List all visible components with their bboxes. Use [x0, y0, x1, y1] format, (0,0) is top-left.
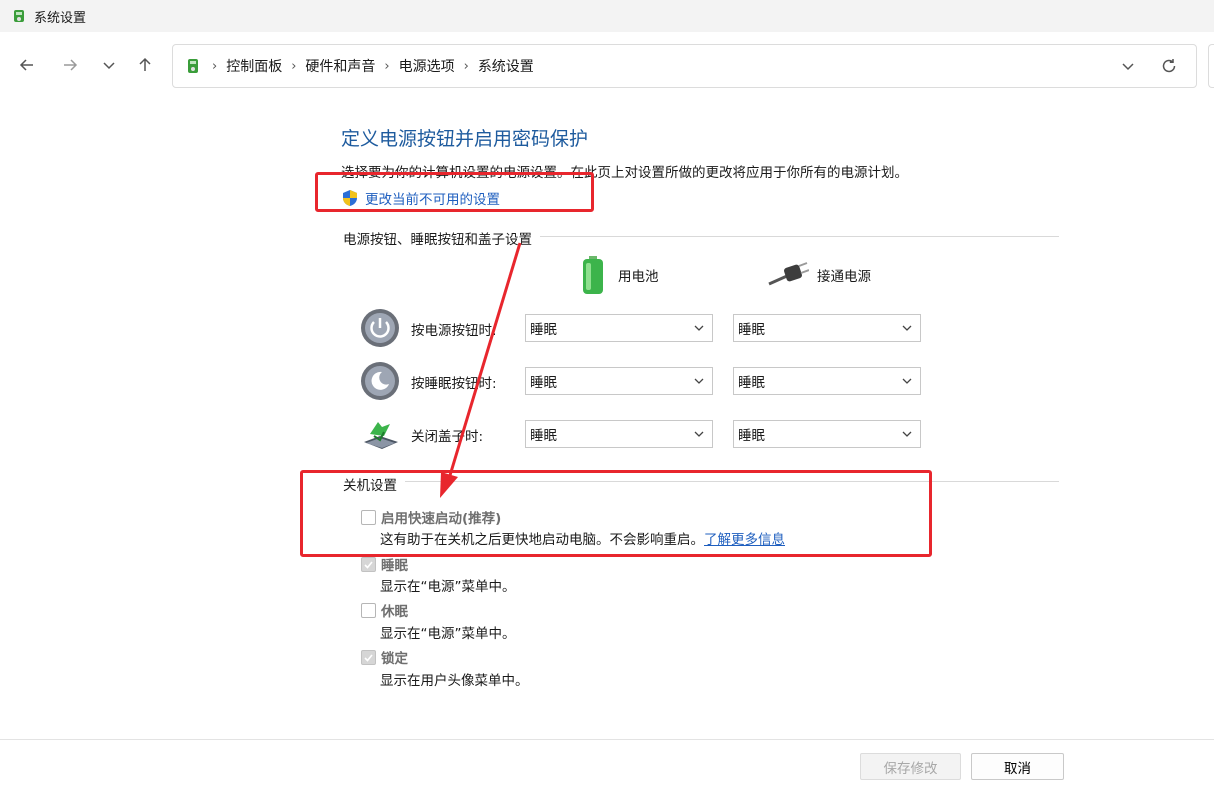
chevron-down-icon: [103, 62, 115, 70]
window-title: 系统设置: [34, 10, 87, 26]
hibernate-option-title: 休眠: [381, 604, 408, 620]
power-button-icon: [361, 309, 399, 347]
up-button[interactable]: [132, 52, 158, 78]
checkmark-icon: [364, 560, 373, 569]
power-button-plugged-select[interactable]: 睡眠: [733, 314, 921, 342]
chevron-right-icon: ›: [463, 58, 469, 74]
back-button[interactable]: [14, 52, 40, 78]
breadcrumb-control-panel[interactable]: 控制面板: [226, 56, 282, 76]
power-buttons-section-title: 电源按钮、睡眠按钮和盖子设置: [343, 228, 540, 248]
fast-startup-description: 这有助于在关机之后更快地启动电脑。不会影响重启。了解更多信息: [380, 528, 785, 548]
recent-locations-button[interactable]: [96, 52, 122, 78]
search-box[interactable]: [1208, 44, 1214, 88]
battery-icon: [583, 256, 603, 294]
lid-close-plugged-select[interactable]: 睡眠: [733, 420, 921, 448]
control-panel-icon: [188, 59, 198, 73]
section-divider: [343, 481, 1059, 482]
breadcrumb-system-settings[interactable]: 系统设置: [478, 56, 534, 76]
select-value: 睡眠: [738, 322, 765, 338]
footer-divider: [0, 739, 1214, 740]
address-dropdown-button[interactable]: [1117, 55, 1139, 77]
sleep-option-title: 睡眠: [381, 558, 408, 574]
arrow-up-icon: [139, 57, 151, 71]
page-description: 选择要为你的计算机设置的电源设置。在此页上对设置所做的更改将应用于你所有的电源计…: [341, 165, 908, 181]
select-value: 睡眠: [738, 428, 765, 444]
laptop-lid-icon: [364, 422, 398, 449]
refresh-button[interactable]: [1158, 55, 1180, 77]
chevron-right-icon: ›: [384, 58, 390, 74]
power-plug-icon: [768, 262, 809, 286]
select-value: 睡眠: [530, 428, 557, 444]
breadcrumb-power-options[interactable]: 电源选项: [399, 56, 455, 76]
chevron-down-icon: [900, 374, 914, 388]
sleep-button-icon: [361, 362, 399, 400]
breadcrumb: › 控制面板 › 硬件和声音 › 电源选项 › 系统设置: [183, 56, 534, 76]
lid-close-label: 关闭盖子时:: [411, 429, 484, 445]
arrow-left-icon: [19, 59, 33, 71]
arrow-right-icon: [64, 59, 78, 71]
uac-shield-icon: [343, 190, 357, 206]
plugged-in-label: 接通电源: [817, 269, 871, 285]
chevron-down-icon: [1122, 63, 1134, 71]
hibernate-option-description: 显示在“电源”菜单中。: [380, 626, 516, 642]
shutdown-section-title: 关机设置: [343, 474, 405, 494]
select-value: 睡眠: [738, 375, 765, 391]
control-panel-icon: [14, 10, 24, 22]
lock-option[interactable]: 锁定: [361, 647, 408, 667]
chevron-down-icon: [900, 427, 914, 441]
change-settings-label: 更改当前不可用的设置: [365, 192, 500, 208]
change-unavailable-settings-link[interactable]: 更改当前不可用的设置: [341, 188, 500, 208]
power-button-label: 按电源按钮时:: [411, 323, 497, 339]
title-bar: 系统设置: [0, 0, 1214, 32]
refresh-icon: [1162, 59, 1176, 73]
sleep-button-label: 按睡眠按钮时:: [411, 376, 497, 392]
fast-startup-title: 启用快速启动(推荐): [381, 511, 502, 527]
lid-close-battery-select[interactable]: 睡眠: [525, 420, 713, 448]
page-title: 定义电源按钮并启用密码保护: [341, 128, 589, 150]
navigation-bar: › 控制面板 › 硬件和声音 › 电源选项 › 系统设置: [0, 32, 1214, 100]
sleep-option[interactable]: 睡眠: [361, 554, 408, 574]
chevron-down-icon: [692, 321, 706, 335]
sleep-option-description: 显示在“电源”菜单中。: [380, 579, 516, 595]
sleep-button-battery-select[interactable]: 睡眠: [525, 367, 713, 395]
lock-checkbox[interactable]: [361, 649, 376, 665]
select-value: 睡眠: [530, 322, 557, 338]
save-changes-button[interactable]: 保存修改: [860, 753, 961, 780]
lock-option-title: 锁定: [381, 651, 408, 667]
sleep-checkbox[interactable]: [361, 556, 376, 572]
address-bar[interactable]: › 控制面板 › 硬件和声音 › 电源选项 › 系统设置: [172, 44, 1197, 88]
battery-label: 用电池: [618, 269, 659, 285]
checkmark-icon: [364, 653, 373, 662]
lock-option-description: 显示在用户头像菜单中。: [380, 673, 529, 689]
fast-startup-option[interactable]: 启用快速启动(推荐): [361, 507, 501, 527]
learn-more-link[interactable]: 了解更多信息: [704, 532, 785, 548]
fast-startup-desc-text: 这有助于在关机之后更快地启动电脑。不会影响重启。: [380, 532, 704, 548]
select-value: 睡眠: [530, 375, 557, 391]
chevron-down-icon: [692, 374, 706, 388]
column-header-plugged-in: 接通电源: [767, 262, 871, 288]
power-button-battery-select[interactable]: 睡眠: [525, 314, 713, 342]
cancel-button[interactable]: 取消: [971, 753, 1064, 780]
chevron-right-icon: ›: [212, 58, 218, 74]
chevron-down-icon: [900, 321, 914, 335]
forward-button[interactable]: [57, 52, 83, 78]
chevron-right-icon: ›: [291, 58, 297, 74]
hibernate-checkbox[interactable]: [361, 602, 376, 618]
breadcrumb-hardware-sound[interactable]: 硬件和声音: [305, 56, 375, 76]
sleep-button-plugged-select[interactable]: 睡眠: [733, 367, 921, 395]
fast-startup-checkbox[interactable]: [361, 509, 376, 525]
hibernate-option[interactable]: 休眠: [361, 600, 408, 620]
column-header-battery: 用电池: [578, 255, 659, 295]
chevron-down-icon: [692, 427, 706, 441]
